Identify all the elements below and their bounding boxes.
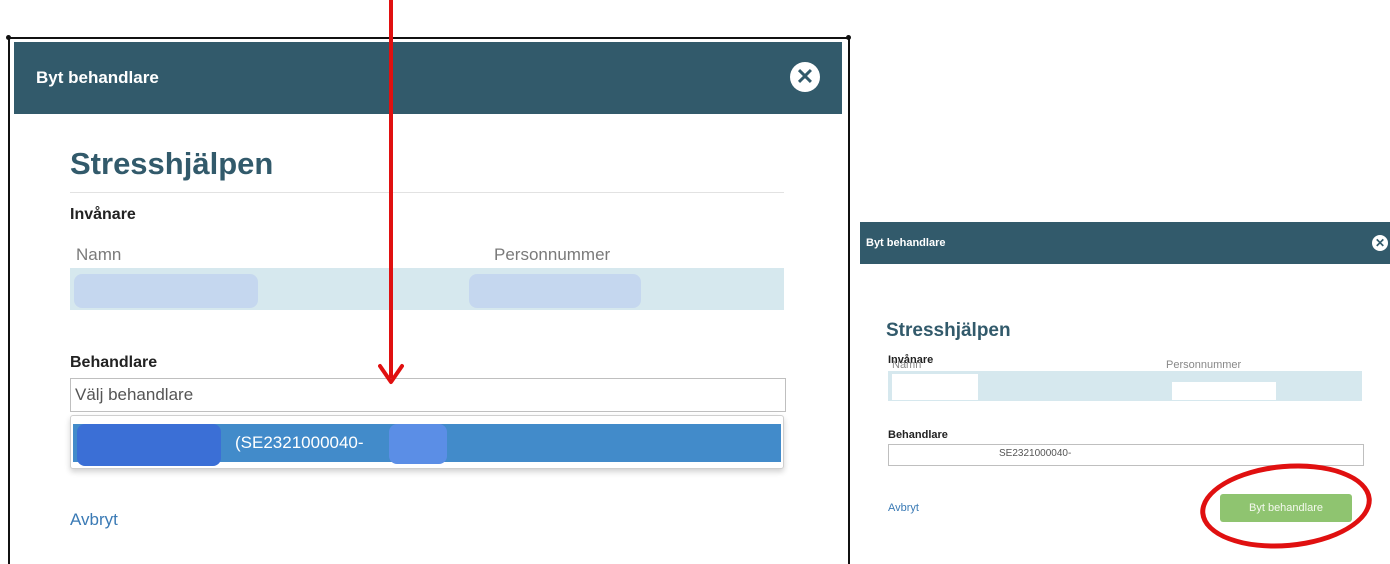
- redacted-name: [892, 374, 978, 400]
- redacted-personal-number: [1172, 382, 1276, 400]
- dialog-header-title: Byt behandlare: [866, 237, 946, 249]
- frame-left-line: [8, 37, 10, 564]
- dialog-header-title: Byt behandlare: [36, 68, 159, 87]
- column-header-name: Namn: [76, 245, 122, 264]
- resident-section-label: Invånare: [70, 206, 136, 223]
- close-icon[interactable]: ✕: [1372, 235, 1388, 251]
- program-title: Stresshjälpen: [886, 320, 1011, 341]
- redacted-therapist-id: [389, 424, 447, 464]
- frame-corner: [6, 35, 11, 40]
- frame-right-line: [848, 37, 850, 564]
- redacted-name: [74, 274, 258, 308]
- dialog-header: Byt behandlare ✕: [860, 222, 1390, 264]
- change-therapist-dialog-large: Byt behandlare ✕ Stresshjälpen Invånare …: [14, 42, 842, 564]
- red-arrow-annotation: [389, 0, 393, 378]
- title-divider: [70, 192, 784, 193]
- frame-top-line: [8, 37, 850, 39]
- therapist-section-label: Behandlare: [888, 429, 948, 441]
- program-title: Stresshjälpen: [70, 146, 274, 181]
- column-header-name: Namn: [892, 359, 922, 371]
- change-therapist-dialog-small: Byt behandlare ✕ Stresshjälpen Invånare …: [860, 222, 1390, 564]
- cancel-link[interactable]: Avbryt: [70, 510, 118, 530]
- therapist-select-input[interactable]: Välj behandlare: [70, 378, 786, 412]
- redacted-personal-number: [469, 274, 641, 308]
- therapist-option-id: (SE2321000040-: [235, 433, 364, 452]
- close-icon[interactable]: ✕: [790, 62, 820, 92]
- selected-therapist-id: SE2321000040-: [999, 448, 1072, 459]
- column-header-personal-number: Personnummer: [494, 245, 611, 264]
- cancel-link[interactable]: Avbryt: [888, 502, 919, 514]
- therapist-dropdown: (SE2321000040-: [70, 415, 784, 469]
- arrow-head-icon: [378, 364, 404, 384]
- therapist-option[interactable]: (SE2321000040-: [73, 424, 781, 466]
- dialog-header: Byt behandlare ✕: [14, 42, 842, 114]
- therapist-section-label: Behandlare: [70, 354, 158, 371]
- red-circle-annotation: [1196, 456, 1376, 556]
- column-header-personal-number: Personnummer: [1166, 359, 1242, 371]
- redacted-therapist-name: [77, 424, 221, 466]
- frame-corner: [846, 35, 851, 40]
